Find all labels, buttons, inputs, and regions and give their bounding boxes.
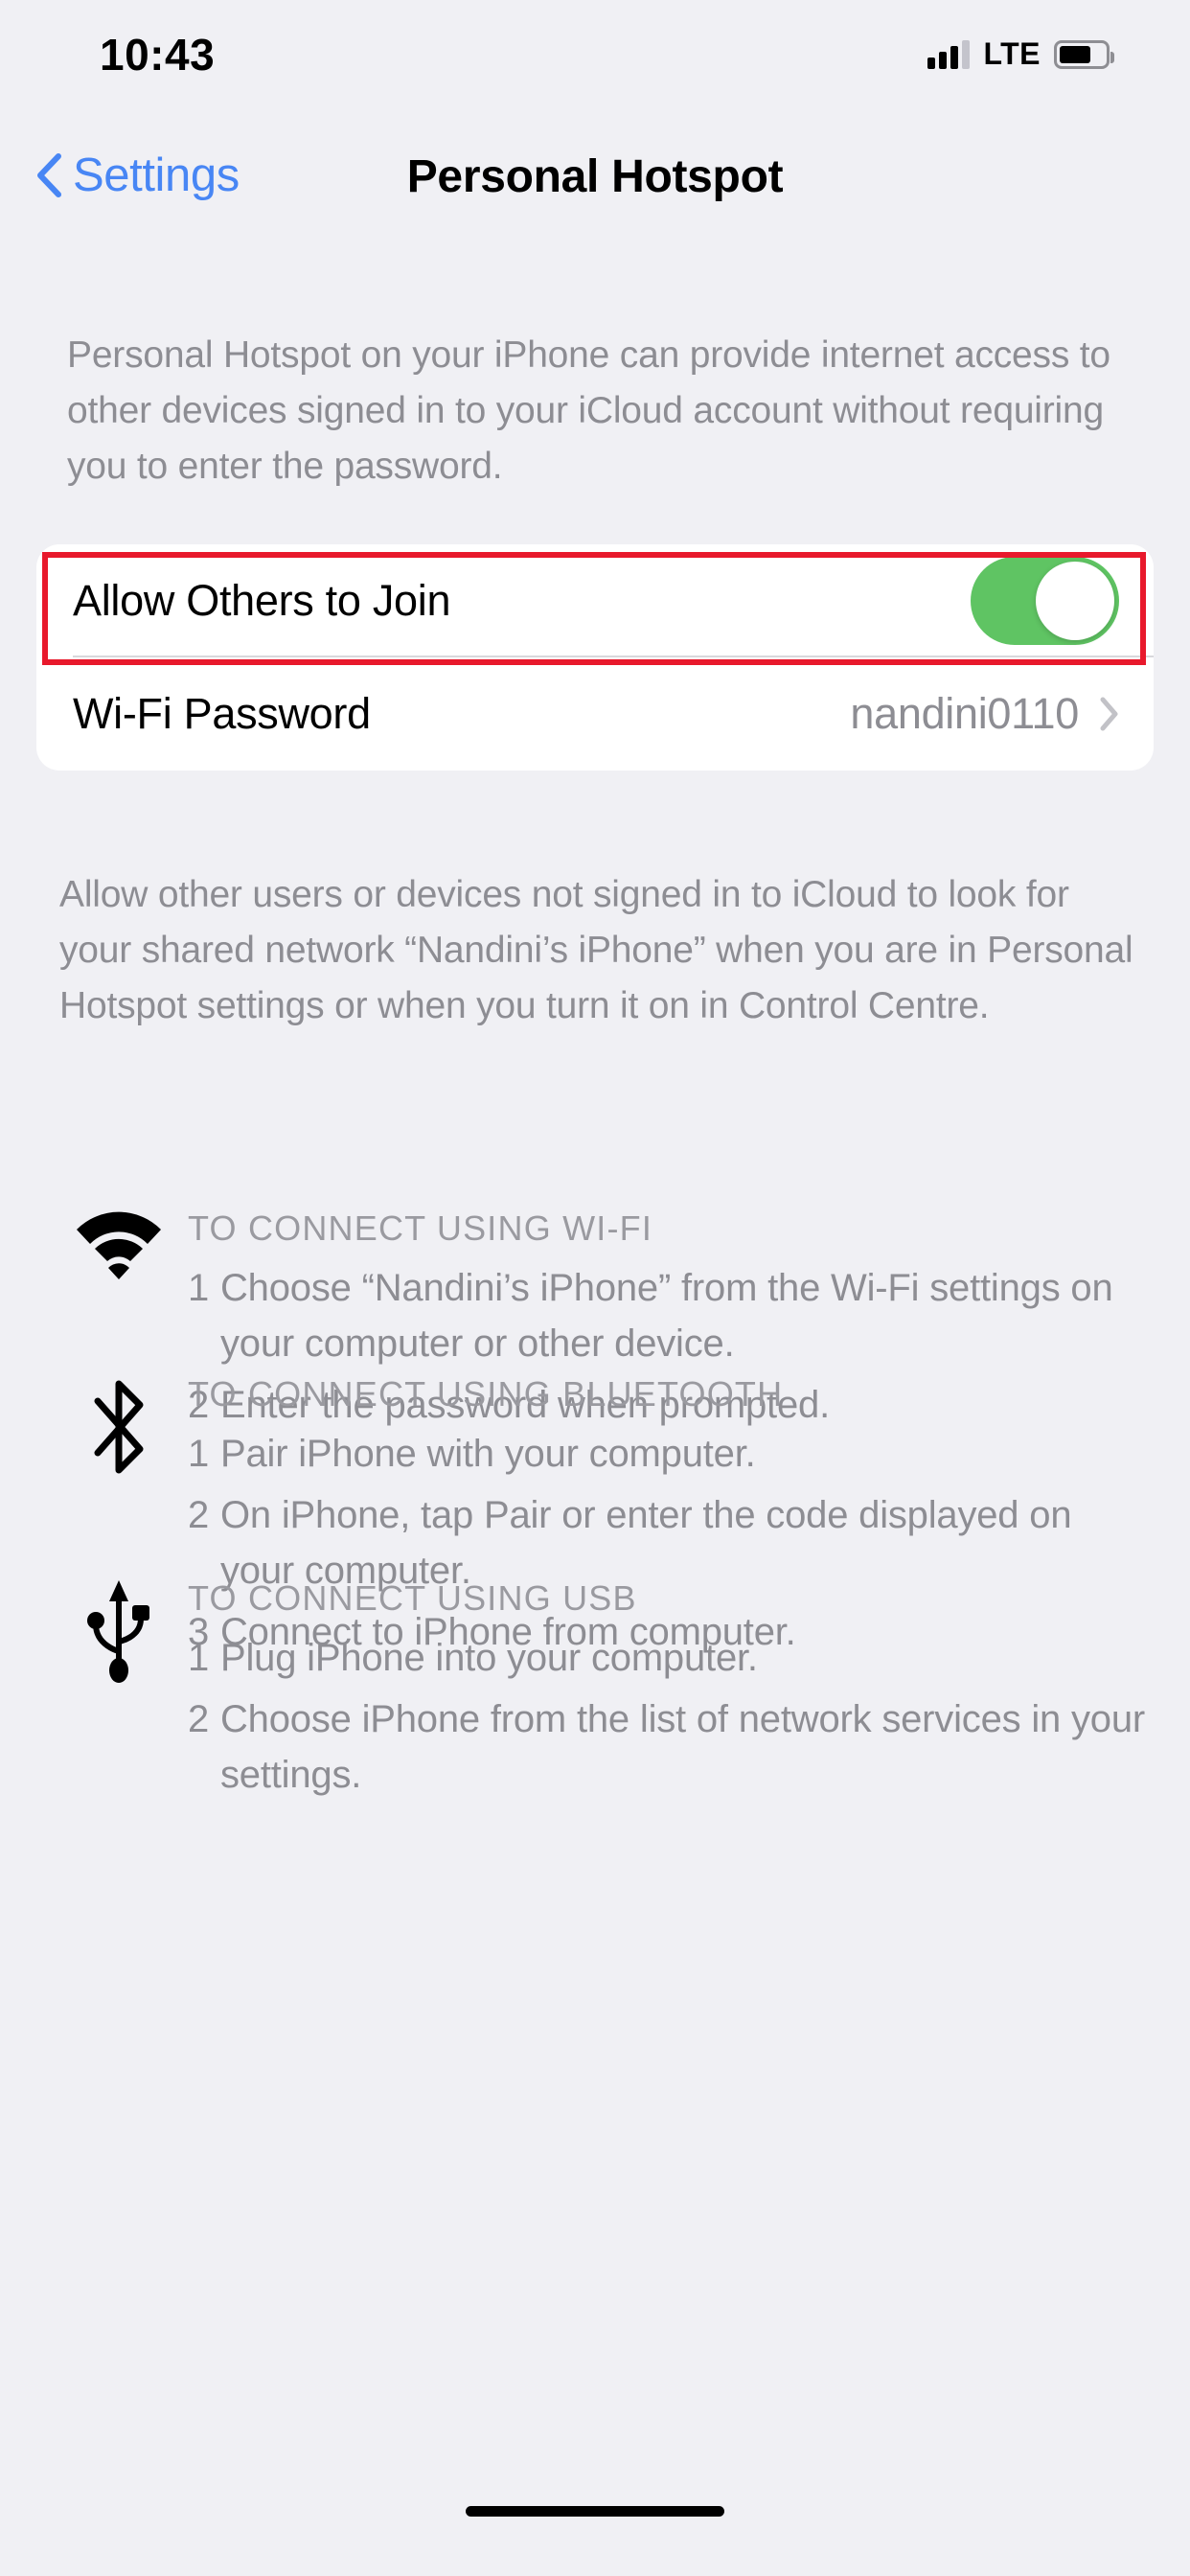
allow-others-to-join-toggle[interactable] — [971, 557, 1119, 645]
instructions-bluetooth-step: 1 Pair iPhone with your computer. — [188, 1426, 1150, 1482]
step-text: Pair iPhone with your computer. — [220, 1433, 756, 1475]
status-bar: 10:43 LTE — [0, 0, 1190, 105]
allow-others-to-join-control — [971, 557, 1119, 645]
instructions-usb-body: TO CONNECT USING USB 1 Plug iPhone into … — [180, 1573, 1150, 1803]
wifi-password-label: Wi-Fi Password — [73, 689, 371, 738]
step-text: Plug iPhone into your computer. — [220, 1637, 758, 1679]
cellular-signal-icon — [927, 39, 971, 69]
wifi-password-value-group: nandini0110 — [850, 689, 1119, 739]
instructions-wifi-heading: TO CONNECT USING WI-FI — [188, 1208, 653, 1248]
step-number: 1 — [188, 1267, 210, 1309]
step-text: Choose iPhone from the list of network s… — [220, 1698, 1145, 1796]
instructions-usb: TO CONNECT USING USB 1 Plug iPhone into … — [57, 1573, 1150, 1803]
wifi-password-row[interactable]: Wi-Fi Password nandini0110 — [36, 657, 1154, 770]
instructions-bluetooth-heading: TO CONNECT USING BLUETOOTH — [188, 1374, 784, 1414]
page-title: Personal Hotspot — [406, 151, 784, 202]
hotspot-settings-group: Allow Others to Join Wi-Fi Password nand… — [36, 544, 1154, 770]
step-number: 1 — [188, 1637, 210, 1679]
carrier-tech-label: LTE — [983, 36, 1041, 71]
step-text: Choose “Nandini’s iPhone” from the Wi-Fi… — [220, 1267, 1113, 1365]
instructions-usb-heading: TO CONNECT USING USB — [188, 1578, 637, 1618]
instructions-usb-step: 1 Plug iPhone into your computer. — [188, 1630, 1150, 1686]
home-indicator[interactable] — [466, 2506, 724, 2517]
instructions-usb-step: 2 Choose iPhone from the list of network… — [188, 1691, 1150, 1803]
wifi-password-value: nandini0110 — [850, 689, 1079, 738]
toggle-knob — [1036, 562, 1114, 640]
usb-icon — [57, 1573, 180, 1803]
group-footer-description: Allow other users or devices not signed … — [59, 874, 1133, 1026]
chevron-right-icon — [1100, 697, 1118, 731]
intro-description: Personal Hotspot on your iPhone can prov… — [67, 334, 1110, 487]
status-bar-indicators: LTE — [927, 36, 1114, 72]
allow-others-to-join-row[interactable]: Allow Others to Join — [36, 544, 1154, 657]
navigation-bar: Settings Personal Hotspot — [0, 139, 1190, 235]
battery-icon — [1054, 39, 1114, 69]
status-bar-time: 10:43 — [100, 30, 216, 80]
phone-screen: 10:43 LTE Settings Personal Hotspot Pers… — [0, 0, 1190, 2576]
step-number: 1 — [188, 1433, 210, 1475]
step-number: 2 — [188, 1698, 210, 1740]
instructions-wifi-step: 1 Choose “Nandini’s iPhone” from the Wi-… — [188, 1260, 1150, 1371]
allow-others-to-join-label: Allow Others to Join — [73, 576, 451, 625]
